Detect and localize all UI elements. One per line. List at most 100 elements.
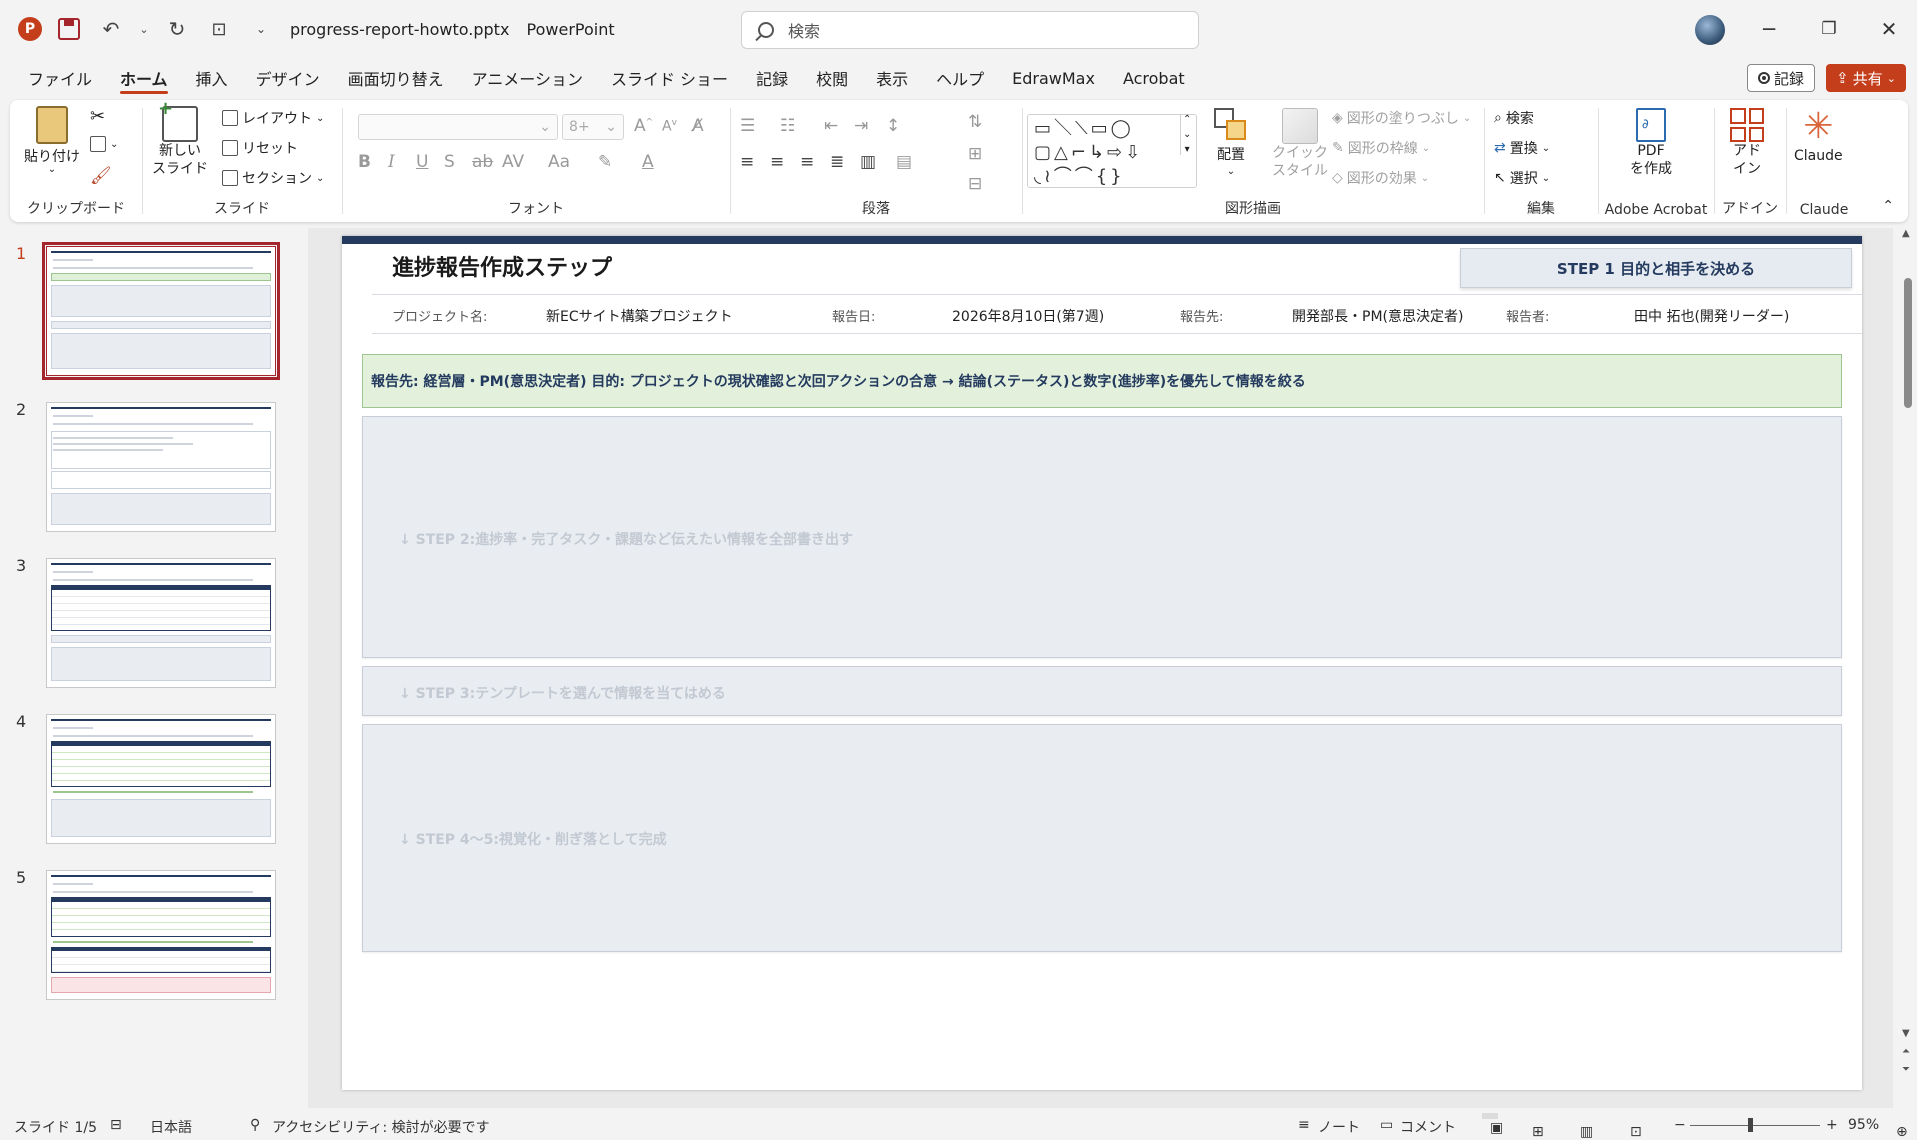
zoom-out-button[interactable]: − <box>1674 1117 1686 1133</box>
shapes-scroll[interactable]: ⌃ ⌄ ▾ <box>1180 114 1191 155</box>
save-button[interactable] <box>54 14 84 44</box>
accessibility-status[interactable]: アクセシビリティ: 検討が必要です <box>272 1117 490 1137</box>
zoom-level[interactable]: 95% <box>1848 1117 1879 1133</box>
tab-12[interactable]: Acrobat <box>1109 58 1199 98</box>
shape-outline-button[interactable]: ✎ 図形の枠線 ⌄ <box>1332 138 1430 158</box>
shapes-gallery[interactable]: ▭＼⟍▭◯ ▢△⌐↳⇨⇩ ◟≀⌒⌒{} <box>1027 114 1197 188</box>
underline-button[interactable]: U <box>416 152 428 172</box>
paste-button[interactable]: 貼り付け ⌄ <box>24 106 80 175</box>
format-painter-button[interactable]: 🖌 <box>90 166 112 186</box>
scroll-up-icon[interactable]: ▲ <box>1902 228 1910 239</box>
previous-slide-icon[interactable]: ⏶ <box>1902 1046 1910 1057</box>
undo-dropdown[interactable]: ⌄ <box>138 14 150 44</box>
columns-button[interactable]: ▤ <box>896 152 912 172</box>
search-input[interactable]: 検索 <box>741 11 1199 49</box>
next-slide-icon[interactable]: ⏷ <box>1902 1064 1910 1075</box>
bullets-button[interactable]: ☰ <box>740 116 755 136</box>
text-direction-button[interactable]: ⇅ <box>968 112 982 132</box>
spellcheck-icon[interactable]: ⊟ <box>110 1117 122 1133</box>
copy-button[interactable]: ⌄ <box>90 136 118 152</box>
goal-box[interactable]: 報告先: 経営層・PM(意思決定者) 目的: プロジェクトの現状確認と次回アクシ… <box>362 354 1842 408</box>
vertical-scrollbar[interactable]: ▲ ▼ ⏶ ⏷ <box>1901 228 1915 1088</box>
tab-1[interactable]: ホーム <box>106 58 182 98</box>
undo-button[interactable]: ↶ <box>96 14 126 44</box>
tab-9[interactable]: 表示 <box>862 58 922 98</box>
strikethrough-button[interactable]: ab <box>472 152 493 172</box>
tab-6[interactable]: スライド ショー <box>597 58 742 98</box>
slide-thumbnail-4[interactable] <box>46 714 276 844</box>
customize-toolbar-button[interactable]: ⌄ <box>246 14 276 44</box>
replace-button[interactable]: ⇄ 置換 ⌄ <box>1494 138 1550 158</box>
project-info-row[interactable]: プロジェクト名: 新ECサイト構築プロジェクト 報告日: 2026年8月10日(… <box>342 300 1862 330</box>
create-pdf-button[interactable]: ∂ PDF を作成 <box>1630 108 1672 178</box>
bold-button[interactable]: B <box>358 152 371 172</box>
clear-formatting-button[interactable]: A̸ <box>692 116 704 136</box>
tab-3[interactable]: デザイン <box>242 58 334 98</box>
shadow-button[interactable]: S <box>444 152 455 172</box>
font-family-select[interactable]: ⌄ <box>358 114 558 140</box>
character-spacing-button[interactable]: AV <box>502 152 524 172</box>
minimize-button[interactable]: ─ <box>1739 12 1799 46</box>
slide-title[interactable]: 進捗報告作成ステップ <box>392 250 612 282</box>
decrease-indent-button[interactable]: ⇤ <box>824 116 838 136</box>
avatar[interactable] <box>1695 15 1725 45</box>
shape-effects-button[interactable]: ◇ 図形の効果 ⌄ <box>1332 168 1429 188</box>
zoom-slider-handle[interactable] <box>1748 1118 1753 1132</box>
smartart-button[interactable]: ⊟ <box>968 174 982 194</box>
section-button[interactable]: セクション ⌄ <box>222 168 324 188</box>
scroll-down-icon[interactable]: ▼ <box>1902 1028 1910 1039</box>
step-badge[interactable]: STEP 1 目的と相手を決める <box>1460 248 1852 288</box>
redo-button[interactable]: ↻ <box>162 14 192 44</box>
claude-button[interactable]: ✳ Claude <box>1794 108 1843 165</box>
align-text-button[interactable]: ⊞ <box>968 144 982 164</box>
scrollbar-thumb[interactable] <box>1904 278 1912 408</box>
slide-canvas[interactable]: 進捗報告作成ステップ STEP 1 目的と相手を決める プロジェクト名: 新EC… <box>342 236 1862 1090</box>
align-right-button[interactable]: ≡ <box>800 152 814 172</box>
reset-button[interactable]: リセット <box>222 138 298 158</box>
zoom-in-button[interactable]: + <box>1826 1117 1838 1133</box>
language-indicator[interactable]: 日本語 <box>150 1117 192 1137</box>
line-spacing-button[interactable]: ↕ <box>886 116 900 136</box>
notes-button[interactable]: ノート <box>1318 1117 1360 1137</box>
slide-thumbnail-1[interactable] <box>42 242 280 380</box>
quick-styles-button[interactable]: クイック スタイル <box>1272 108 1328 180</box>
italic-button[interactable]: I <box>388 152 395 172</box>
tab-7[interactable]: 記録 <box>742 58 802 98</box>
highlight-color-button[interactable]: ✎ <box>598 152 612 172</box>
layout-button[interactable]: レイアウト ⌄ <box>222 108 324 128</box>
step2-box[interactable]: ↓ STEP 2:進捗率・完了タスク・課題など伝えたい情報を全部書き出す <box>362 416 1842 658</box>
step45-box[interactable]: ↓ STEP 4〜5:視覚化・削ぎ落として完成 <box>362 724 1842 952</box>
tab-10[interactable]: ヘルプ <box>922 58 998 98</box>
decrease-font-size-button[interactable]: Av <box>662 118 677 135</box>
tab-5[interactable]: アニメーション <box>458 58 597 98</box>
tab-4[interactable]: 画面切り替え <box>334 58 458 98</box>
addin-button[interactable]: アド イン <box>1730 108 1764 178</box>
arrange-button[interactable]: 配置 ⌄ <box>1214 108 1248 177</box>
restore-button[interactable]: ❐ <box>1799 12 1859 46</box>
align-center-button[interactable]: ≡ <box>770 152 784 172</box>
justify-button[interactable]: ≣ <box>830 152 844 172</box>
comments-button[interactable]: コメント <box>1400 1117 1456 1137</box>
slide-thumbnail-2[interactable] <box>46 402 276 532</box>
cut-button[interactable]: ✂ <box>90 106 105 127</box>
distributed-button[interactable]: ▥ <box>860 152 876 172</box>
shape-fill-button[interactable]: ◈ 図形の塗りつぶし ⌄ <box>1332 108 1471 128</box>
present-from-start-button[interactable]: ⊡ <box>204 14 234 44</box>
tab-8[interactable]: 校閲 <box>802 58 862 98</box>
select-button[interactable]: ↖ 選択 ⌄ <box>1494 168 1550 188</box>
collapse-ribbon-button[interactable]: ⌃ <box>1882 198 1894 214</box>
increase-font-size-button[interactable]: A^ <box>634 116 653 136</box>
slide-thumbnail-3[interactable] <box>46 558 276 688</box>
font-size-select[interactable]: 8+ ⌄ <box>562 114 624 140</box>
tab-2[interactable]: 挿入 <box>182 58 242 98</box>
align-left-button[interactable]: ≡ <box>740 152 754 172</box>
record-button[interactable]: 記録 <box>1747 64 1815 92</box>
tab-0[interactable]: ファイル <box>14 58 106 98</box>
close-button[interactable]: ✕ <box>1859 12 1917 46</box>
increase-indent-button[interactable]: ⇥ <box>854 116 868 136</box>
numbering-button[interactable]: ☷ <box>780 116 795 136</box>
tab-11[interactable]: EdrawMax <box>998 58 1109 98</box>
font-color-button[interactable]: A <box>642 152 654 172</box>
step3-box[interactable]: ↓ STEP 3:テンプレートを選んで情報を当てはめる <box>362 666 1842 716</box>
zoom-slider[interactable] <box>1690 1125 1820 1126</box>
